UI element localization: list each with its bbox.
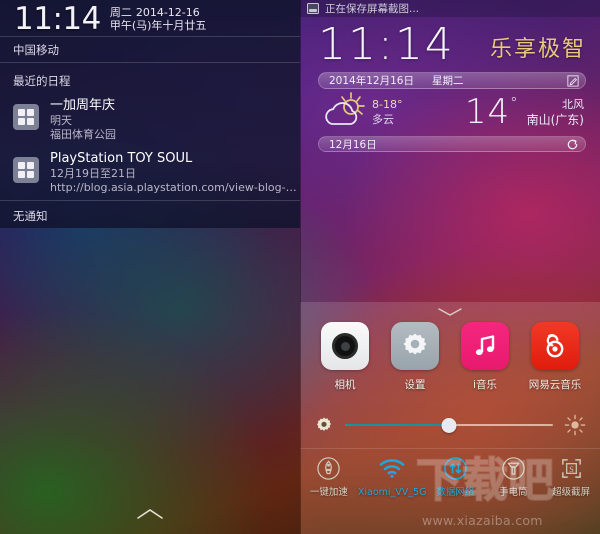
status-bar: 正在保存屏幕截图...	[300, 0, 600, 17]
toggle-super-screenshot[interactable]: S 超级截屏	[542, 454, 600, 499]
notification-line-2: 12月19日至21日	[50, 167, 136, 180]
notification-shade: 11:14 周二 2014-12-16 甲午(马)年十月廿五 中国移动 最近的日程…	[0, 0, 300, 228]
weather-condition: 多云	[372, 113, 394, 126]
divider-1	[0, 36, 300, 37]
panel-divider	[300, 0, 301, 534]
app-label-netease-music: 网易云音乐	[528, 379, 582, 391]
app-label-imusic: i音乐	[473, 379, 497, 391]
clock-widget-date-group: 2014年12月16日 星期二	[329, 73, 463, 88]
weather-location-block: 北风 南山(广东)	[527, 97, 584, 128]
watermark-url: www.xiazaiba.com	[422, 513, 543, 528]
notification-line-3: 福田体育公园	[50, 128, 116, 141]
notification-line-2: 明天	[50, 114, 72, 127]
weather-main-row: 8-18° 多云 14 ° 北风 南山(广东)	[318, 88, 586, 136]
shade-lunar-date: 甲午(马)年十月廿五	[109, 19, 207, 32]
calendar-grid-icon	[13, 104, 39, 130]
weather-current-temp: 14 °	[465, 93, 519, 131]
toggle-label-one-key-boost: 一键加速	[309, 487, 348, 498]
screenshot-saving-icon	[307, 3, 319, 14]
clock-widget-date: 2014年12月16日	[329, 75, 414, 87]
toggle-one-key-boost[interactable]: 一键加速	[300, 454, 358, 499]
weather-date-bar[interactable]: 12月16日	[318, 136, 586, 152]
shade-date-block: 周二 2014-12-16 甲午(马)年十月廿五	[110, 3, 207, 33]
weather-widget[interactable]: 8-18° 多云 14 ° 北风 南山(广东) 12月16日	[318, 88, 586, 152]
right-panel-home-screen: 正在保存屏幕截图... 11:14 乐享极智 2014年12月16日 星期二 8…	[300, 0, 600, 534]
super-screenshot-icon: S	[542, 454, 600, 482]
weather-range-block: 8-18° 多云	[372, 97, 402, 127]
sun-behind-cloud-icon	[325, 92, 365, 125]
camera-lens	[332, 333, 358, 359]
weather-temp-range: 8-18°	[372, 98, 403, 111]
quick-toggle-row: 一键加速 Xiaomi_VV_5G 数据网络 手电筒 S 超级截屏	[300, 454, 600, 499]
gear-icon[interactable]	[314, 415, 334, 435]
clock-widget-slogan: 乐享极智	[489, 37, 586, 62]
calendar-grid-icon	[13, 157, 39, 183]
left-panel-notification-shade: 11:14 周二 2014-12-16 甲午(马)年十月廿五 中国移动 最近的日程…	[0, 0, 300, 534]
notification-item-1[interactable]: 一加周年庆 明天 福田体育公园	[0, 97, 300, 142]
weather-degree-symbol: °	[510, 94, 519, 112]
divider-2	[0, 62, 300, 63]
notification-line-3: http://blog.asia.playstation.com/view-bl…	[50, 181, 297, 194]
shade-time: 11:14	[14, 1, 101, 37]
brightness-row	[300, 406, 600, 444]
no-notifications-label: 无通知	[13, 209, 48, 223]
weather-location: 南山(广东)	[526, 112, 584, 127]
mobile-data-icon	[426, 454, 484, 482]
app-shortcut-settings[interactable]: 设置	[385, 322, 445, 392]
wifi-icon	[358, 454, 427, 482]
clock-widget-weekday: 星期二	[431, 75, 464, 87]
app-label-settings: 设置	[404, 379, 426, 391]
clock-widget-row: 11:14 乐享极智	[318, 22, 586, 68]
status-bar-text: 正在保存屏幕截图...	[325, 3, 420, 15]
slider-thumb[interactable]	[441, 417, 457, 433]
slider-fill	[345, 423, 449, 427]
svg-text:S: S	[569, 463, 574, 473]
refresh-icon[interactable]	[566, 138, 579, 151]
clock-widget-time: 11:14	[318, 19, 455, 70]
toggle-mobile-data[interactable]: 数据网络	[426, 454, 484, 499]
app-label-camera: 相机	[334, 379, 356, 391]
shade-date-line: 周二 2014-12-16	[110, 6, 207, 19]
app-shortcut-camera[interactable]: 相机	[315, 322, 375, 392]
app-shortcut-row: 相机 设置 i音乐 网易云音乐	[300, 322, 600, 392]
carrier-label: 中国移动	[13, 43, 59, 57]
weather-temp-value: 14	[464, 92, 511, 132]
toggle-flashlight[interactable]: 手电筒	[484, 454, 542, 499]
divider-toggles	[300, 448, 600, 449]
app-shortcut-netease-music[interactable]: 网易云音乐	[525, 322, 585, 392]
notification-body: 一加周年庆 明天 福田体育公园	[50, 97, 116, 142]
notification-title: PlayStation TOY SOUL	[50, 151, 193, 166]
quick-settings-drawer: 相机 设置 i音乐 网易云音乐 一键加速 Xiaomi_VV_5G 数据网络 手…	[300, 302, 600, 534]
app-shortcut-imusic[interactable]: i音乐	[455, 322, 515, 392]
notification-item-2[interactable]: PlayStation TOY SOUL 12月19日至21日 http://b…	[0, 150, 300, 195]
shade-weekday: 周二	[109, 6, 132, 19]
chevron-down-icon[interactable]	[437, 307, 463, 317]
toggle-label-wifi: Xiaomi_VV_5G	[357, 487, 427, 498]
section-title-upcoming: 最近的日程	[13, 74, 71, 88]
flashlight-icon	[484, 454, 542, 482]
shade-clock-block: 11:14 周二 2014-12-16 甲午(马)年十月廿五	[14, 3, 206, 35]
notification-title: 一加周年庆	[50, 98, 116, 113]
gear-icon	[391, 322, 439, 370]
weather-date: 12月16日	[329, 138, 377, 151]
shade-date-iso: 2014-12-16	[135, 6, 200, 19]
brightness-slider[interactable]	[345, 417, 553, 433]
toggle-label-mobile-data: 数据网络	[436, 487, 475, 498]
chevron-up-icon[interactable]	[135, 508, 165, 520]
sun-brightness-icon[interactable]	[564, 414, 586, 436]
notification-body: PlayStation TOY SOUL 12月19日至21日 http://b…	[50, 150, 297, 195]
netease-music-icon	[531, 322, 579, 370]
weather-wind: 北风	[562, 97, 584, 111]
edit-pencil-icon[interactable]	[567, 74, 579, 87]
toggle-wifi[interactable]: Xiaomi_VV_5G	[357, 454, 427, 499]
clock-widget-date-bar[interactable]: 2014年12月16日 星期二	[318, 72, 586, 89]
toggle-label-super-screenshot: 超级截屏	[552, 487, 591, 498]
screenshot-root: 11:14 周二 2014-12-16 甲午(马)年十月廿五 中国移动 最近的日程…	[0, 0, 600, 534]
camera-icon	[321, 322, 369, 370]
rocket-boost-icon	[300, 454, 358, 482]
clock-widget[interactable]: 11:14 乐享极智 2014年12月16日 星期二	[318, 22, 586, 89]
toggle-label-flashlight: 手电筒	[498, 487, 528, 498]
divider-3	[0, 200, 300, 201]
music-note-icon	[461, 322, 509, 370]
